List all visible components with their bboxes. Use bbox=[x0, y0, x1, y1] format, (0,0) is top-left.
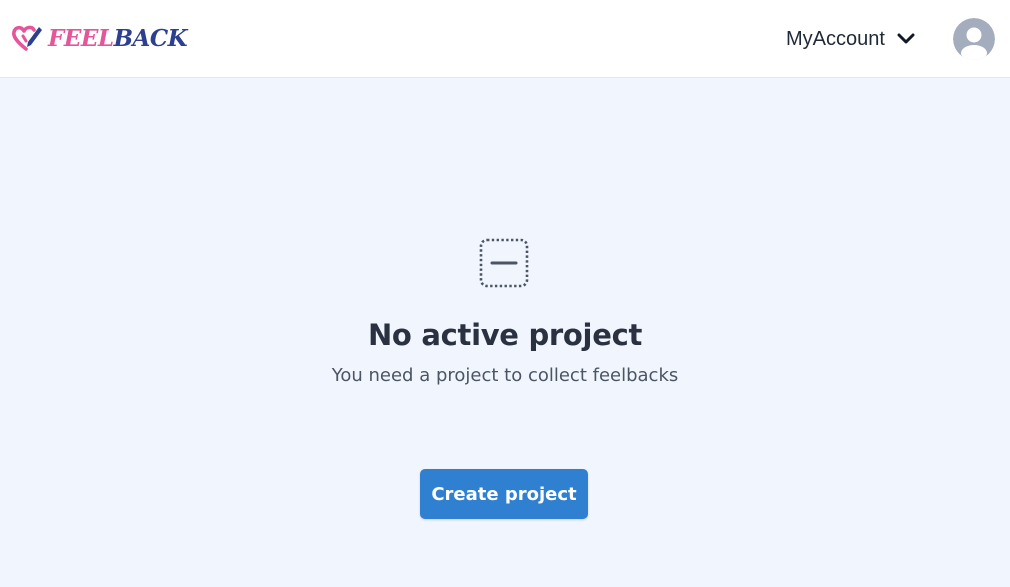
heart-pencil-icon bbox=[12, 25, 42, 51]
feelback-logo[interactable]: FEELBACK bbox=[12, 22, 188, 54]
logo-wordmark: FEELBACK bbox=[48, 24, 188, 52]
my-account-label: MyAccount bbox=[786, 27, 885, 50]
create-project-button[interactable]: Create project bbox=[420, 469, 588, 519]
user-avatar-icon bbox=[953, 18, 995, 60]
empty-state-subtitle: You need a project to collect feelbacks bbox=[331, 365, 679, 386]
user-avatar[interactable] bbox=[953, 18, 995, 60]
minus-square-dashed-icon bbox=[479, 238, 529, 288]
chevron-down-icon bbox=[897, 33, 915, 44]
empty-state-title: No active project bbox=[367, 318, 643, 352]
my-account-dropdown[interactable]: MyAccount bbox=[786, 26, 915, 52]
top-header: FEELBACK MyAccount bbox=[0, 0, 1010, 78]
